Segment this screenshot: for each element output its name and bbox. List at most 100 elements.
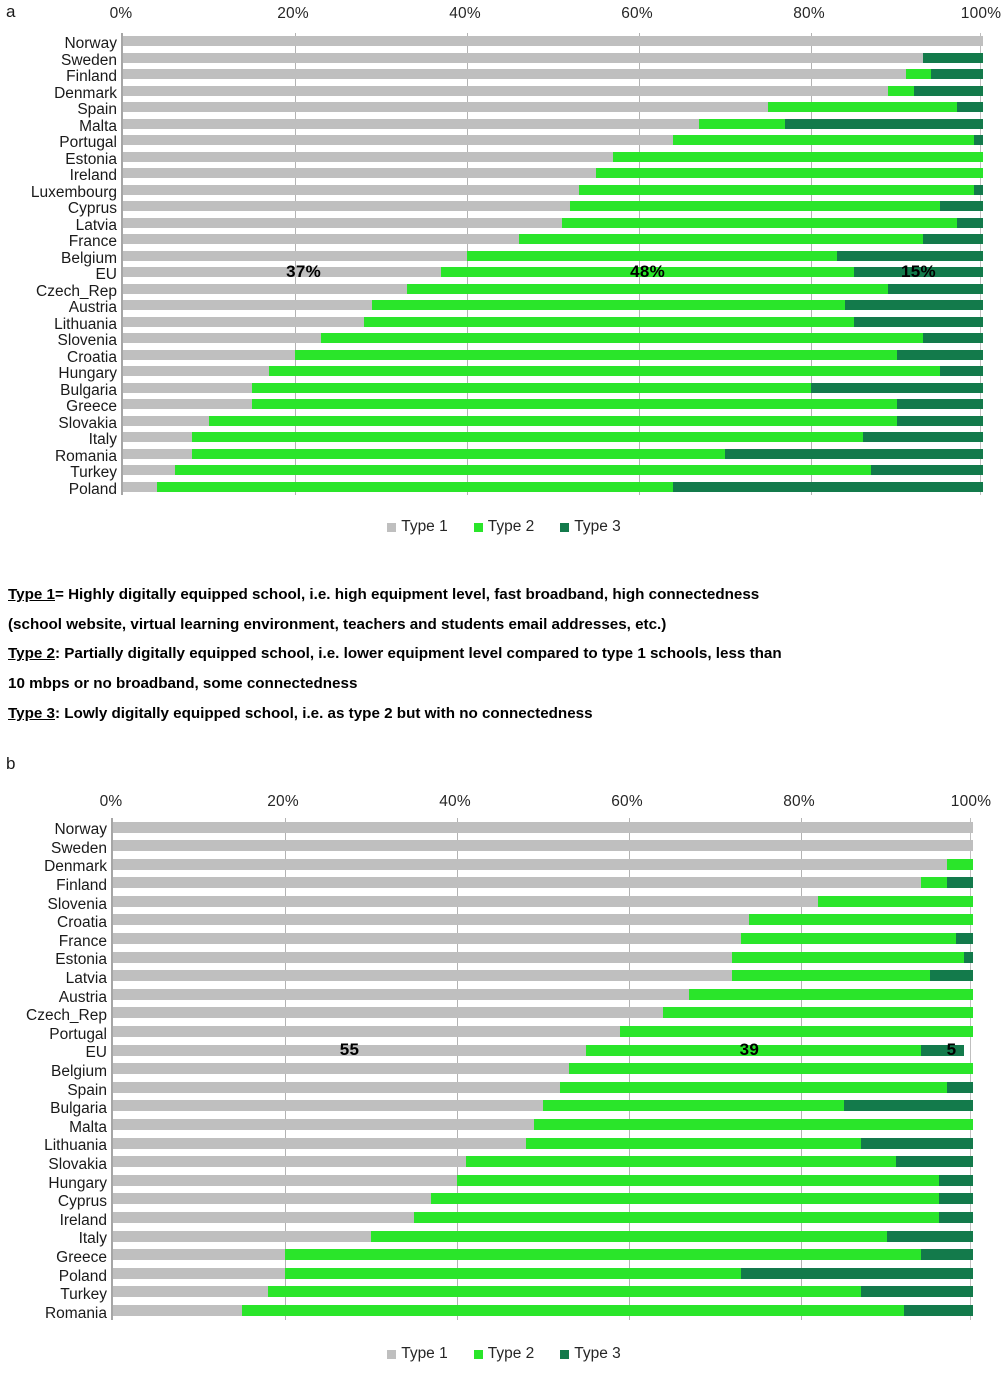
- bar-segment-type-3: [957, 102, 983, 112]
- bar-segment-type-1: [123, 448, 192, 459]
- category-label-romania: Romania: [54, 447, 117, 465]
- bar-segment-type-3: [897, 349, 983, 360]
- bar-segment-type-3: [955, 933, 973, 945]
- bar-row: [123, 217, 983, 228]
- bar-row: [113, 1267, 973, 1279]
- bar-row: [113, 1081, 973, 1093]
- category-label-italy: Italy: [78, 1230, 107, 1248]
- bar-segment-type-2: [406, 283, 889, 294]
- category-label-italy: Italy: [88, 431, 117, 449]
- bar-segment-type-3: [861, 1286, 973, 1298]
- bar-segment-type-1: [113, 858, 948, 870]
- legend-item-type-3[interactable]: Type 3: [560, 1345, 621, 1363]
- bar-row: [123, 135, 983, 145]
- bar-segment-type-3: [740, 1267, 973, 1279]
- bar-segment-type-1: [123, 217, 562, 228]
- bar-row: [123, 85, 983, 96]
- bar-segment-type-1: [123, 349, 295, 360]
- bar-segment-type-3: [854, 316, 983, 327]
- chart-b-xtick-100: 100%: [950, 793, 992, 810]
- category-label-malta: Malta: [79, 117, 117, 135]
- bar-row: [123, 349, 983, 360]
- category-label-spain: Spain: [77, 101, 117, 119]
- bar-segment-type-1: [123, 36, 983, 46]
- bar-segment-type-2: [465, 1156, 896, 1168]
- bar-segment-type-3: [938, 1211, 973, 1223]
- bar-segment-type-2: [267, 1286, 862, 1298]
- bar-segment-type-1: [113, 988, 690, 1000]
- bar-segment-type-1: [123, 267, 442, 277]
- chart-a-plot-area: 37% 48% 15%: [121, 33, 983, 495]
- chart-a-xtick-40: 40%: [449, 5, 481, 22]
- bar-segment-type-1: [113, 951, 733, 963]
- category-label-greece: Greece: [66, 398, 117, 416]
- bar-row: [113, 840, 973, 852]
- legend-label: Type 2: [487, 518, 535, 535]
- bar-segment-type-2: [414, 1211, 939, 1223]
- category-label-poland: Poland: [58, 1267, 107, 1285]
- category-label-croatia: Croatia: [57, 914, 107, 932]
- note-type-3: Type 3: Lowly digitally equipped school,…: [8, 699, 1000, 729]
- category-label-finland: Finland: [66, 68, 117, 86]
- bar-segment-type-3: [922, 333, 983, 343]
- bar-segment-type-2: [191, 448, 725, 459]
- chart-b-xtick-0: 0%: [99, 793, 123, 810]
- bar-segment-type-1: [123, 69, 906, 79]
- chart-b-xtick-40: 40%: [439, 793, 471, 810]
- bar-segment-type-3: [930, 970, 973, 982]
- bar-row: [123, 267, 983, 277]
- panel-b-letter: b: [6, 754, 16, 773]
- bar-segment-type-2: [371, 1230, 887, 1242]
- bar-row: [113, 1044, 970, 1056]
- category-label-czech-rep: Czech_Rep: [36, 282, 117, 300]
- bar-segment-type-1: [123, 283, 407, 294]
- category-label-finland: Finland: [56, 877, 107, 895]
- bar-row: [123, 234, 983, 244]
- category-label-norway: Norway: [64, 35, 117, 53]
- bar-segment-type-1: [123, 85, 889, 96]
- bar-segment-type-1: [123, 300, 373, 310]
- bar-segment-type-2: [740, 933, 956, 945]
- bar-segment-type-2: [663, 1007, 973, 1019]
- bar-segment-type-1: [123, 415, 209, 426]
- bar-segment-type-3: [888, 283, 983, 294]
- bar-segment-type-1: [113, 1211, 414, 1223]
- chart-b-xtick-60: 60%: [611, 793, 643, 810]
- bar-segment-type-2: [363, 316, 854, 327]
- bar-segment-type-3: [871, 465, 983, 475]
- bar-segment-type-1: [123, 52, 923, 63]
- bar-row: [113, 951, 973, 963]
- chart-a-xtick-60: 60%: [621, 5, 653, 22]
- bar-segment-type-3: [785, 118, 983, 129]
- bar-segment-type-1: [113, 970, 733, 982]
- category-label-croatia: Croatia: [67, 348, 117, 366]
- bar-segment-type-3: [914, 85, 983, 96]
- bar-segment-type-1: [123, 184, 579, 195]
- bar-segment-type-1: [113, 1156, 466, 1168]
- data-label-39: 39: [739, 1040, 760, 1060]
- legend-item-type-3[interactable]: Type 3: [560, 518, 621, 536]
- category-label-ireland: Ireland: [59, 1211, 107, 1229]
- data-label-48pct: 48%: [630, 262, 666, 281]
- legend-item-type-2[interactable]: Type 2: [473, 1345, 534, 1363]
- bar-segment-type-3: [957, 217, 983, 228]
- bar-row: [123, 448, 983, 459]
- legend-item-type-2[interactable]: Type 2: [473, 518, 535, 536]
- bar-segment-type-2: [467, 250, 837, 261]
- chart-a-y-axis-labels: Norway Sweden Finland Denmark Spain Malta Port…: [0, 33, 117, 497]
- category-label-malta: Malta: [69, 1118, 107, 1136]
- bar-segment-type-2: [888, 85, 915, 96]
- legend-item-type-1[interactable]: Type 1: [387, 518, 448, 536]
- data-label-37pct: 37%: [286, 262, 322, 281]
- legend-item-type-1[interactable]: Type 1: [387, 1345, 448, 1363]
- bar-segment-type-1: [113, 895, 819, 907]
- bar-segment-type-2: [620, 1026, 973, 1038]
- bar-segment-type-2: [285, 1267, 741, 1279]
- chart-b-x-axis: 0% 20% 40% 60% 80% 100%: [0, 793, 1008, 815]
- category-label-luxembourg: Luxembourg: [30, 183, 117, 201]
- bar-segment-type-1: [123, 333, 321, 343]
- category-label-belgium: Belgium: [61, 249, 117, 267]
- category-label-latvia: Latvia: [75, 216, 117, 234]
- category-label-slovakia: Slovakia: [58, 414, 117, 432]
- bar-segment-type-3: [862, 432, 983, 442]
